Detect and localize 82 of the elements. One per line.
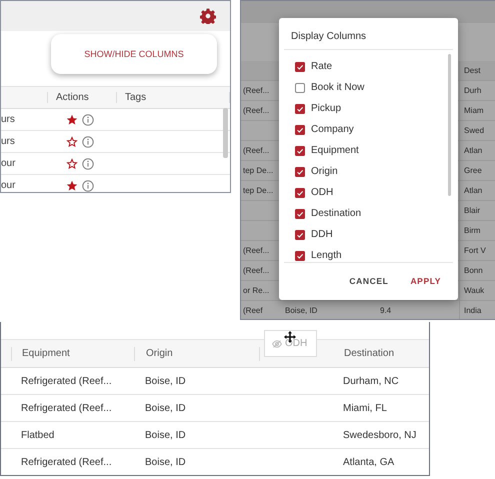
column-header: Origin	[146, 348, 173, 359]
checkbox[interactable]	[295, 208, 305, 218]
info-icon[interactable]	[82, 180, 94, 192]
table-cell: Boise, ID	[285, 306, 318, 315]
table-cell: Boise, ID	[145, 376, 186, 386]
table-cell: Atlan	[464, 186, 482, 195]
info-icon[interactable]	[82, 158, 94, 170]
table-cell: Refrigerated (Reef...	[21, 456, 112, 468]
table-cell: Boise, ID	[145, 430, 186, 440]
checkbox[interactable]	[295, 230, 305, 240]
table-cell: tep De...	[243, 186, 274, 195]
table-cell: Blair	[464, 206, 480, 215]
table-cell: Swed	[464, 126, 484, 135]
table-cell: Atlanta, GA	[343, 456, 394, 468]
checkbox[interactable]	[295, 250, 305, 260]
checkbox-label: Rate	[311, 61, 332, 72]
table-cell: our	[1, 158, 16, 169]
checkbox-label: Length	[311, 250, 342, 261]
table-cell: 9.4	[380, 306, 392, 315]
apply-button[interactable]: APPLY	[410, 274, 441, 288]
table-cell: (Reef	[243, 306, 263, 315]
table-cell: (Reef...	[243, 106, 270, 115]
checkbox-label: Destination	[311, 208, 362, 219]
table-cell: (Reef...	[243, 246, 270, 255]
checkbox-label: Book it Now	[311, 82, 364, 93]
table-cell: our	[1, 180, 16, 191]
checkbox-label: Company	[311, 124, 354, 135]
star-outline-icon[interactable]	[66, 158, 78, 170]
info-icon[interactable]	[82, 136, 94, 148]
checkbox-label: ODH	[311, 187, 334, 198]
info-icon[interactable]	[82, 114, 94, 126]
scrollbar[interactable]	[448, 54, 451, 196]
table-cell: Flatbed	[21, 430, 54, 440]
show-hide-columns-button[interactable]: SHOW/HIDE COLUMNS	[51, 34, 217, 74]
column-header: Tags	[125, 92, 146, 103]
table-cell: Fort V	[464, 246, 486, 255]
table-cell: Refrigerated (Reef...	[21, 402, 112, 414]
column-label: ODH	[285, 338, 308, 349]
checkbox[interactable]	[295, 82, 305, 92]
checkbox-label: DDH	[311, 229, 333, 240]
table-cell: Boise, ID	[145, 456, 186, 468]
table-cell: Gree	[464, 166, 482, 175]
checkbox[interactable]	[295, 166, 305, 176]
table-cell: tep De...	[243, 166, 274, 175]
table-cell: Bonn	[464, 266, 483, 275]
table-cell: (Reef...	[243, 266, 270, 275]
settings-icon[interactable]	[200, 8, 216, 24]
filled-star-icon[interactable]	[66, 114, 78, 126]
filled-star-icon[interactable]	[66, 180, 78, 192]
table-cell: Atlan	[464, 146, 482, 155]
table-cell: Refrigerated (Reef...	[21, 376, 112, 386]
table-cell: Wauk	[464, 286, 484, 295]
star-outline-icon[interactable]	[66, 136, 78, 148]
table-cell: Durham, NC	[343, 376, 399, 386]
table-cell: (Reef...	[243, 146, 270, 155]
checkbox-label: Pickup	[311, 103, 342, 114]
checkbox-label: Equipment	[311, 145, 359, 156]
table-cell: Boise, ID	[145, 402, 186, 414]
table-cell: India	[464, 306, 482, 315]
checkbox-label: Origin	[311, 166, 338, 177]
table-cell: (Reef...	[243, 86, 270, 95]
table-cell: Birm	[464, 226, 480, 235]
column-header: Actions	[56, 92, 89, 103]
table-cell: or Re...	[243, 286, 270, 295]
eye-slash-icon	[272, 340, 282, 348]
scrollbar[interactable]	[223, 108, 228, 158]
checkbox[interactable]	[295, 188, 305, 198]
table-cell: Miam	[464, 106, 484, 115]
table-cell: Swedesboro, NJ	[343, 430, 416, 440]
checkbox[interactable]	[295, 62, 305, 72]
checkbox[interactable]	[295, 104, 305, 114]
table-cell: Durh	[464, 86, 482, 95]
column-header: Dest	[464, 66, 480, 75]
table-cell: urs	[1, 136, 15, 147]
column-header: Equipment	[22, 348, 70, 359]
table-cell: urs	[1, 114, 15, 125]
cancel-button[interactable]: CANCEL	[349, 274, 388, 288]
table-cell: Miami, FL	[343, 402, 387, 414]
checkbox[interactable]	[295, 146, 305, 156]
checkbox[interactable]	[295, 124, 305, 134]
column-header: Destination	[344, 348, 394, 359]
dialog-title: Display Columns	[284, 18, 453, 50]
